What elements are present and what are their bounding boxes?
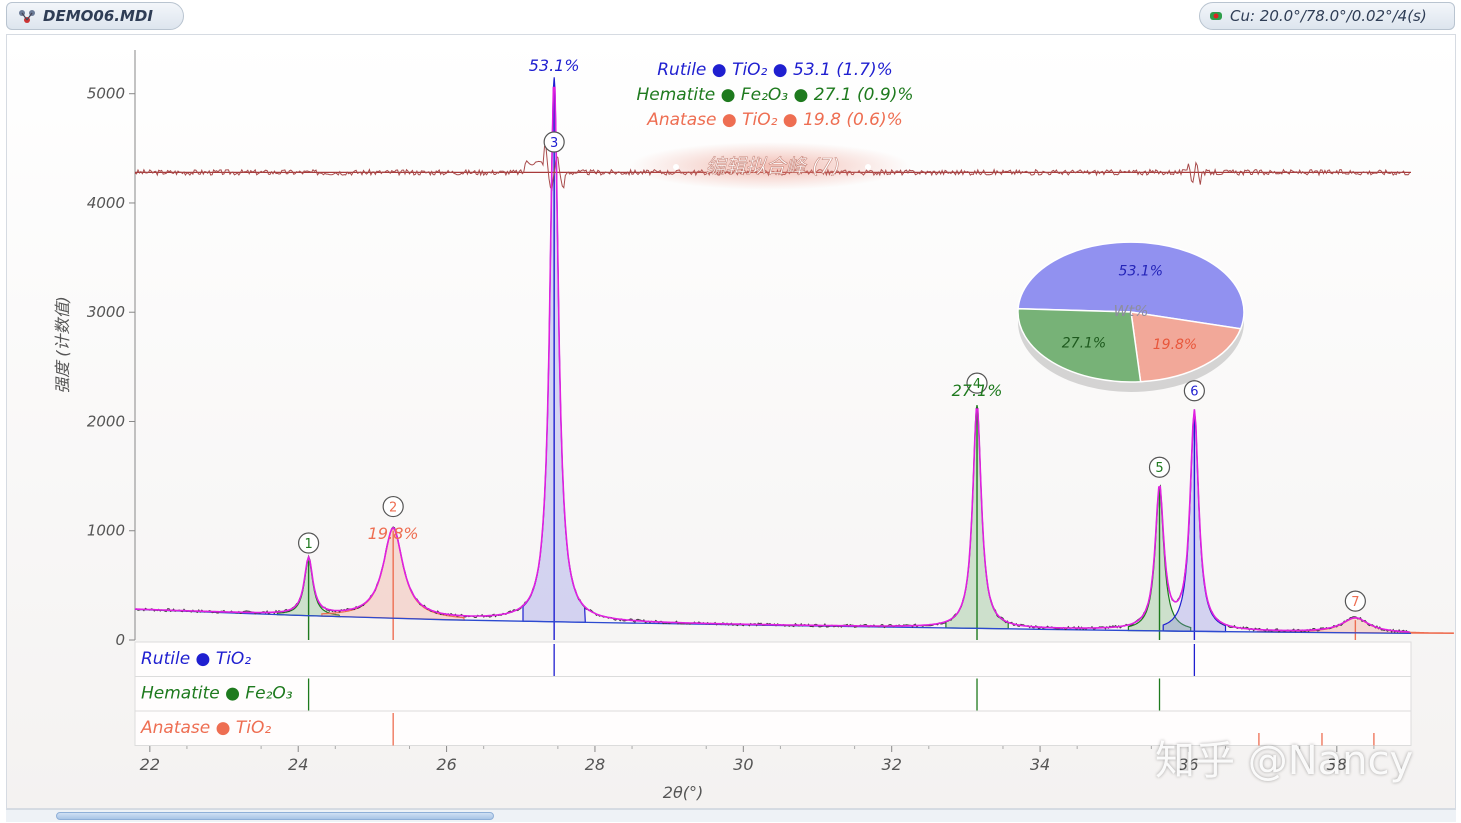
y-tick-label: 3000 [87,303,125,321]
x-tick-label: 30 [733,755,753,774]
peak-marker-number: 2 [389,501,397,516]
x-tick-label: 32 [882,755,902,774]
watermark-text: 知乎 @Nancy [1155,738,1414,784]
scrollbar-thumb[interactable] [56,812,494,820]
document-window: DEMO06.MDI Cu: 20.0°/78.0°/0.02°/4(s) 01… [0,0,1461,823]
y-tick-label: 4000 [87,194,125,212]
peak-percent-label: 19.8% [368,524,419,543]
peak-percent-label: 53.1% [529,56,580,75]
x-axis-label: 2θ(°) [663,783,703,802]
x-tick-label: 24 [288,755,308,774]
pie-slice-label: 19.8% [1153,337,1197,353]
peak-marker-7[interactable]: 7 [1344,590,1366,612]
x-tick-label: 28 [585,755,605,774]
y-tick-label: 1000 [87,522,125,540]
x-tick-label: 34 [1030,755,1050,774]
peak-marker-number: 7 [1351,595,1359,610]
peak-marker-number: 5 [1155,461,1163,476]
phase-strip-label: Rutile ● TiO₂ [141,649,251,669]
y-tick-label: 5000 [87,85,125,103]
phase-strip-label: Hematite ● Fe₂O₃ [141,684,293,704]
peak-marker-number: 1 [304,537,312,552]
phase-legend: Rutile ● TiO₂ ● 53.1 (1.7)% Hematite ● Fe… [636,60,913,130]
phase-strip-hematite [134,676,1412,712]
y-tick-label: 0 [115,631,125,649]
x-tick-label: 22 [140,755,160,774]
y-axis-label: 强度 (计数值) [53,296,72,394]
y-tick-label: 2000 [87,412,125,430]
pie-center-label: Wt% [1114,302,1149,320]
phase-strip-label: Anatase ● TiO₂ [140,718,271,738]
xrd-chart[interactable]: 01000200030004000500022 24 26 28 30 32 34 36 382… [0,0,1461,823]
difference-curve: 编辑拟合峰 (7) [134,142,1411,192]
horizontal-scrollbar[interactable] [6,809,1456,822]
x-tick-label: 26 [436,755,456,774]
pie-slice-label: 53.1% [1119,263,1163,279]
peak-marker-5[interactable]: 5 [1148,456,1171,478]
phase-strip-rutile [134,641,1412,677]
edit-fit-peaks-label[interactable]: 编辑拟合峰 (7) [705,154,841,179]
pie-slice-label: 27.1% [1062,335,1106,351]
peak-marker-number: 3 [550,136,558,151]
weight-pie-chart[interactable]: 53.1% 19.8% 27.1% Wt% [1017,241,1245,392]
peak-marker-2[interactable]: 2 [382,495,404,518]
overlay-right-dot [865,164,871,170]
peak-marker-6[interactable]: 6 [1183,380,1205,402]
peak-percent-label: 27.1% [952,381,1003,400]
peak-marker-number: 6 [1190,385,1198,400]
overlay-left-dot [673,164,679,170]
peak-marker-3[interactable]: 3 [543,131,565,153]
legend-entry-rutile: Rutile ● TiO₂ ● 53.1 (1.7)% [657,60,893,80]
legend-entry-anatase: Anatase ● TiO₂ ● 19.8 (0.6)% [646,110,903,130]
legend-entry-hematite: Hematite ● Fe₂O₃ ● 27.1 (0.9)% [636,85,913,105]
peak-marker-1[interactable]: 1 [297,532,320,554]
